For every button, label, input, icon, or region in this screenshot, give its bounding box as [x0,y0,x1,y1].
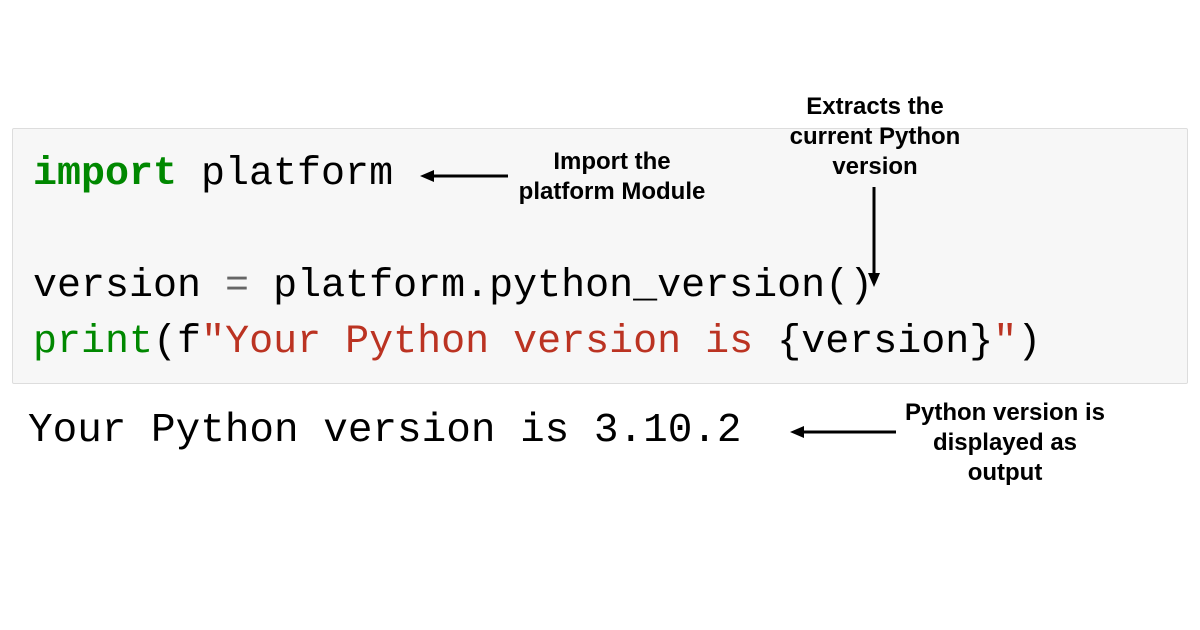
equals-operator: = [225,264,249,309]
function-call: platform.python_version [273,264,825,309]
annotation-output: Python version is displayed as output [900,398,1110,488]
output-text: Your Python version is 3.10.2 [28,408,742,454]
keyword-import: import [33,152,177,197]
arrow-to-import [420,168,510,184]
variable-name: version [33,264,225,309]
code-line-3: print(f"Your Python version is {version}… [33,315,1167,371]
annotation-extract: Extracts the current Python version [780,92,970,182]
print-function: print [33,320,153,365]
arrow-to-output [790,424,898,440]
blank-line [33,203,1167,259]
module-name: platform [177,152,393,197]
fstring-text: Your Python version is [225,320,777,365]
fstring-expr: version [801,320,969,365]
code-line-2: version = platform.python_version() [33,259,1167,315]
arrow-to-version-call [866,187,882,287]
annotation-import: Import the platform Module [512,147,712,207]
